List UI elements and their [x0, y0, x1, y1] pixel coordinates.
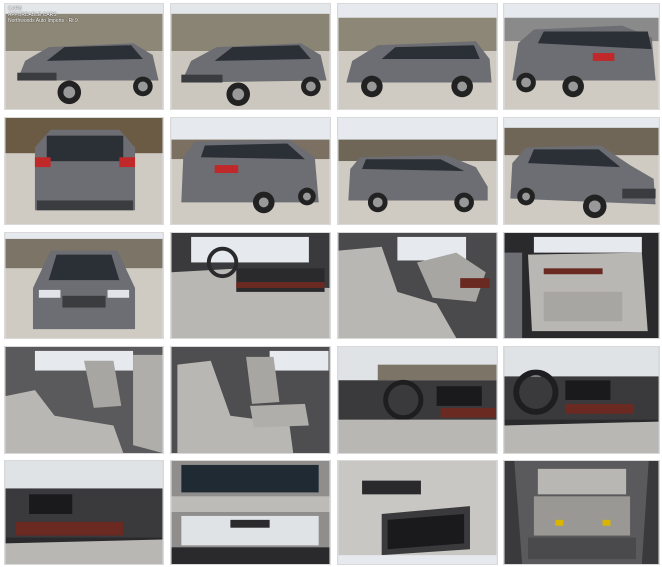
photo-thumbnail-6[interactable]: [170, 117, 331, 225]
second-row-seats-image: [5, 347, 163, 453]
photo-thumbnail-13[interactable]: [4, 346, 164, 454]
dashboard-passenger-image: [338, 347, 497, 453]
photo-thumbnail-18[interactable]: [170, 460, 331, 565]
photo-gallery: CARS AFFORDABLE CARS Northwoods Auto Imp…: [0, 0, 662, 567]
watermark-line-3: Northwoods Auto Imports · Rt 9: [8, 18, 78, 24]
photo-thumbnail-11[interactable]: [337, 232, 498, 339]
moonroof-image: [171, 461, 330, 564]
van-front-image: [5, 233, 163, 338]
photo-thumbnail-12[interactable]: [503, 232, 660, 339]
van-rear-left-angle-image: [171, 118, 330, 224]
photo-thumbnail-2[interactable]: [170, 3, 331, 110]
photo-thumbnail-15[interactable]: [337, 346, 498, 454]
van-rear-left-image: [504, 4, 659, 109]
van-front-left-alt-image: [171, 4, 330, 109]
photo-thumbnail-9[interactable]: [4, 232, 164, 339]
photo-thumbnail-4[interactable]: [503, 3, 660, 110]
photo-thumbnail-19[interactable]: [337, 460, 498, 565]
dashboard-steering-image: [504, 347, 659, 453]
cargo-area-image: [504, 461, 659, 564]
photo-thumbnail-17[interactable]: [4, 460, 164, 565]
rear-entertainment-screen-image: [338, 461, 497, 564]
dealer-watermark: CARS AFFORDABLE CARS Northwoods Auto Imp…: [8, 6, 78, 24]
photo-thumbnail-7[interactable]: [337, 117, 498, 225]
front-seats-image: [338, 233, 497, 338]
photo-thumbnail-3[interactable]: [337, 3, 498, 110]
driver-door-panel-image: [504, 233, 659, 338]
photo-thumbnail-20[interactable]: [503, 460, 660, 565]
photo-thumbnail-16[interactable]: [503, 346, 660, 454]
photo-thumbnail-8[interactable]: [503, 117, 660, 225]
photo-thumbnail-1[interactable]: CARS AFFORDABLE CARS Northwoods Auto Imp…: [4, 3, 164, 110]
driver-door-interior-image: [171, 233, 330, 338]
photo-thumbnail-14[interactable]: [170, 346, 331, 454]
van-left-side-image: [338, 4, 497, 109]
photo-thumbnail-10[interactable]: [170, 232, 331, 339]
van-rear-image: [5, 118, 163, 224]
photo-thumbnail-5[interactable]: [4, 117, 164, 225]
captain-chairs-image: [171, 347, 330, 453]
center-console-image: [5, 461, 163, 564]
van-front-right-image: [504, 118, 659, 224]
van-right-side-image: [338, 118, 497, 224]
